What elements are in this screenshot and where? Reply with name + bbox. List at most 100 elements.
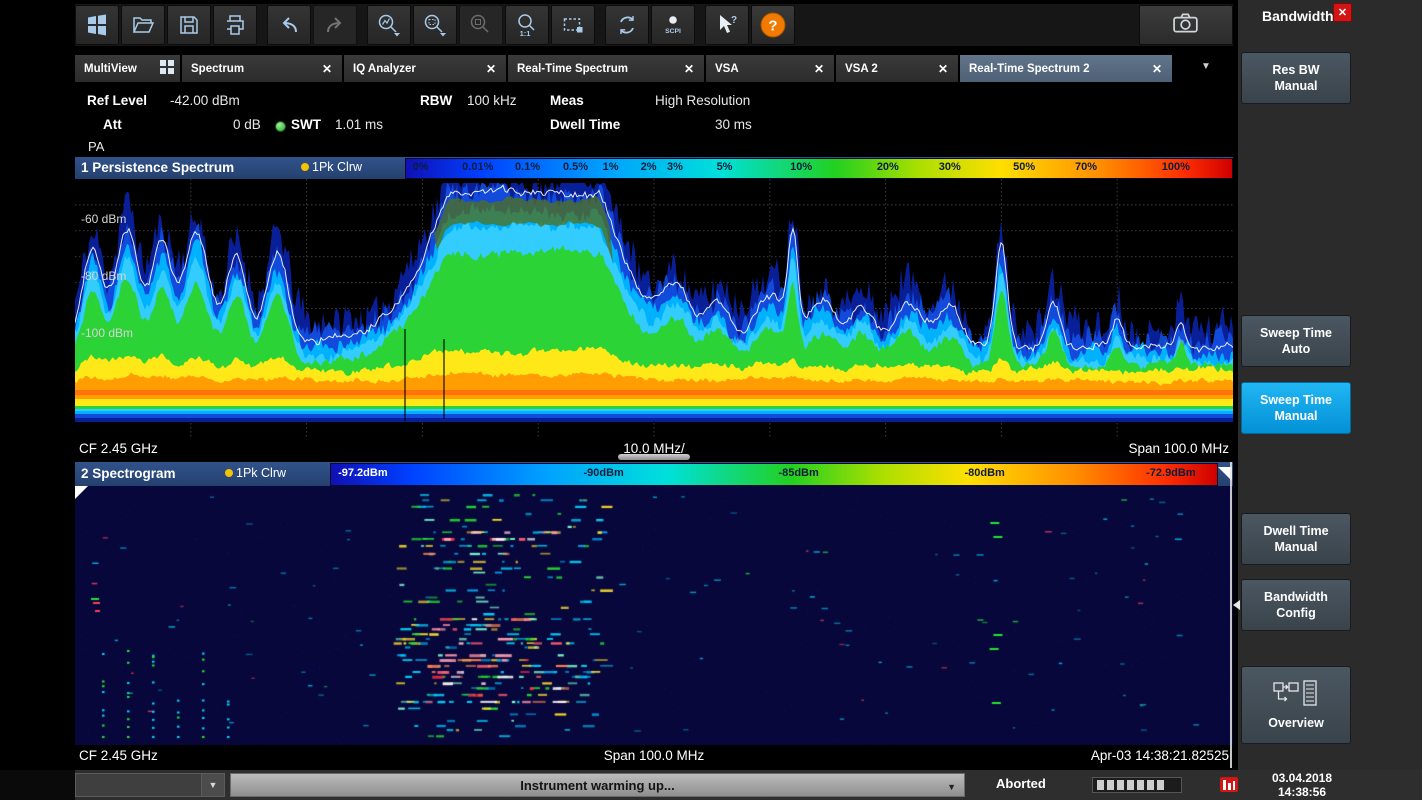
close-tab-icon[interactable]: ✕	[810, 61, 828, 77]
softkey-sweep-time-manual[interactable]: Sweep Time Manual	[1241, 382, 1351, 434]
selection-rect-button[interactable]	[551, 5, 595, 45]
spectrogram-window: 2 Spectrogram 1Pk Clrw -97.2dBm -90dBm -…	[75, 462, 1233, 768]
status-time: 14:38:56	[1248, 785, 1356, 799]
help-button[interactable]: ?	[751, 5, 795, 45]
center-frequency-value[interactable]: CF 2.45 GHz	[79, 441, 158, 456]
y-axis-label: -80 dBm	[81, 269, 126, 283]
persistence-spectrum-footer: CF 2.45 GHz 10.0 MHz/ Span 100.0 MHz	[75, 438, 1233, 460]
status-date: 03.04.2018	[1248, 771, 1356, 785]
open-file-button[interactable]	[121, 5, 165, 45]
rbw-label[interactable]: RBW	[420, 93, 452, 108]
help-pointer-icon: ?	[715, 13, 739, 37]
close-tab-icon[interactable]: ✕	[482, 61, 500, 77]
trace-legend[interactable]: 1Pk Clrw	[225, 466, 286, 480]
ref-level-value[interactable]: -42.00 dBm	[170, 93, 240, 108]
center-frequency-value[interactable]: CF 2.45 GHz	[79, 748, 158, 763]
ref-level-label[interactable]: Ref Level	[87, 93, 147, 108]
zoom-disabled-icon	[468, 12, 494, 38]
softkey-dwell-time-manual[interactable]: Dwell Time Manual	[1241, 513, 1351, 565]
save-button[interactable]	[167, 5, 211, 45]
persistence-spectrum-window: 1 Persistence Spectrum 1Pk Clrw 0% 0.01%…	[75, 157, 1233, 460]
close-softkey-menu-button[interactable]: ✕	[1333, 3, 1352, 22]
multiview-grid-icon	[160, 60, 174, 77]
svg-text:?: ?	[768, 18, 777, 35]
screenshot-button[interactable]	[1139, 5, 1233, 45]
windows-button[interactable]	[75, 5, 119, 45]
spectrogram-plot[interactable]	[75, 486, 1233, 745]
dropdown-arrow-icon: ▼	[947, 782, 956, 792]
span-value[interactable]: Span 100.0 MHz	[604, 748, 705, 763]
submenu-arrow-icon	[1233, 600, 1240, 610]
undo-icon	[277, 13, 301, 37]
scpi-icon: SCPI	[660, 12, 686, 38]
svg-text:?: ?	[731, 15, 737, 26]
trace-color-dot	[301, 163, 309, 171]
sync-icon	[615, 13, 639, 37]
close-tab-icon[interactable]: ✕	[680, 61, 698, 77]
att-value[interactable]: 0 dB	[233, 117, 261, 132]
window-splitter-handle[interactable]	[618, 454, 690, 460]
tab-vsa[interactable]: VSA ✕	[706, 55, 834, 82]
dwell-time-value[interactable]: 30 ms	[715, 117, 752, 132]
y-axis-label: -100 dBm	[81, 326, 133, 340]
meas-label[interactable]: Meas	[550, 93, 584, 108]
date-time-display: 03.04.2018 14:38:56	[1248, 771, 1356, 799]
swt-value[interactable]: 1.01 ms	[335, 117, 383, 132]
save-icon	[177, 13, 201, 37]
sweep-state: Aborted	[996, 776, 1046, 791]
scpi-button[interactable]: SCPI	[651, 5, 695, 45]
swt-label[interactable]: SWT	[291, 117, 321, 132]
redo-icon	[323, 13, 347, 37]
meas-value[interactable]: High Resolution	[655, 93, 750, 108]
softkey-res-bw-manual[interactable]: Res BW Manual	[1241, 52, 1351, 104]
zoom-select-button[interactable]	[413, 5, 457, 45]
dwell-time-label[interactable]: Dwell Time	[550, 117, 620, 132]
tab-multiview[interactable]: MultiView	[75, 55, 180, 82]
persistence-color-scale[interactable]: 0% 0.01% 0.1% 0.5% 1% 2% 3% 5% 10% 20% 3…	[405, 158, 1233, 179]
status-bar-left-spacer	[0, 770, 75, 800]
undo-button[interactable]	[267, 5, 311, 45]
frame-timestamp: Apr-03 14:38:21.82525	[1091, 748, 1229, 763]
print-button[interactable]	[213, 5, 257, 45]
window1-title: 1 Persistence Spectrum	[81, 160, 234, 175]
spectrogram-corner-marker-icon	[75, 486, 88, 499]
sync-button[interactable]	[605, 5, 649, 45]
rbw-value[interactable]: 100 kHz	[467, 93, 517, 108]
close-tab-icon[interactable]: ✕	[318, 61, 336, 77]
tab-vsa-2[interactable]: VSA 2 ✕	[836, 55, 958, 82]
persistence-spectrum-plot[interactable]: -60 dBm -80 dBm -100 dBm	[75, 179, 1233, 438]
zoom-disabled-button[interactable]	[459, 5, 503, 45]
tab-real-time-spectrum-2[interactable]: Real-Time Spectrum 2 ✕	[960, 55, 1172, 82]
span-value[interactable]: Span 100.0 MHz	[1128, 441, 1229, 456]
error-log-icon[interactable]	[1220, 777, 1238, 792]
status-message-bar[interactable]: Instrument warming up... ▼	[230, 773, 965, 797]
close-tab-icon[interactable]: ✕	[934, 61, 952, 77]
zoom-graph-button[interactable]	[367, 5, 411, 45]
softkey-overview[interactable]: Overview	[1241, 666, 1351, 744]
spectrogram-header: 2 Spectrogram 1Pk Clrw -97.2dBm -90dBm -…	[75, 462, 1233, 486]
zoom-1to1-icon: 1:1	[514, 12, 540, 38]
zoom-graph-icon	[376, 12, 402, 38]
context-help-button[interactable]: ?	[705, 5, 749, 45]
zoom-1to1-button[interactable]: 1:1	[505, 5, 549, 45]
tab-list-dropdown-icon[interactable]: ▼	[1201, 61, 1211, 72]
softkey-sweep-time-auto[interactable]: Sweep Time Auto	[1241, 315, 1351, 367]
print-icon	[223, 13, 247, 37]
status-bar: ▼ Instrument warming up... ▼ Aborted 03.…	[0, 770, 1422, 800]
tab-iq-analyzer[interactable]: IQ Analyzer ✕	[344, 55, 506, 82]
softkey-bandwidth-config[interactable]: Bandwidth Config	[1241, 579, 1351, 631]
zoom-select-icon	[422, 12, 448, 38]
window2-title: 2 Spectrogram	[81, 466, 176, 481]
tab-spectrum[interactable]: Spectrum ✕	[182, 55, 342, 82]
toolbar: 1:1 SCPI ? ?	[75, 4, 1233, 46]
trace-legend[interactable]: 1Pk Clrw	[301, 160, 362, 174]
message-filter-dropdown[interactable]: ▼	[75, 773, 225, 797]
att-label[interactable]: Att	[103, 117, 122, 132]
camera-icon	[1171, 10, 1201, 41]
spectrogram-color-scale[interactable]: -97.2dBm -90dBm -85dBm -80dBm -72.9dBm	[330, 463, 1218, 486]
window-right-edge-handle[interactable]	[1230, 462, 1232, 768]
redo-button[interactable]	[313, 5, 357, 45]
close-tab-icon[interactable]: ✕	[1148, 61, 1166, 77]
open-folder-icon	[131, 13, 155, 37]
tab-real-time-spectrum[interactable]: Real-Time Spectrum ✕	[508, 55, 704, 82]
